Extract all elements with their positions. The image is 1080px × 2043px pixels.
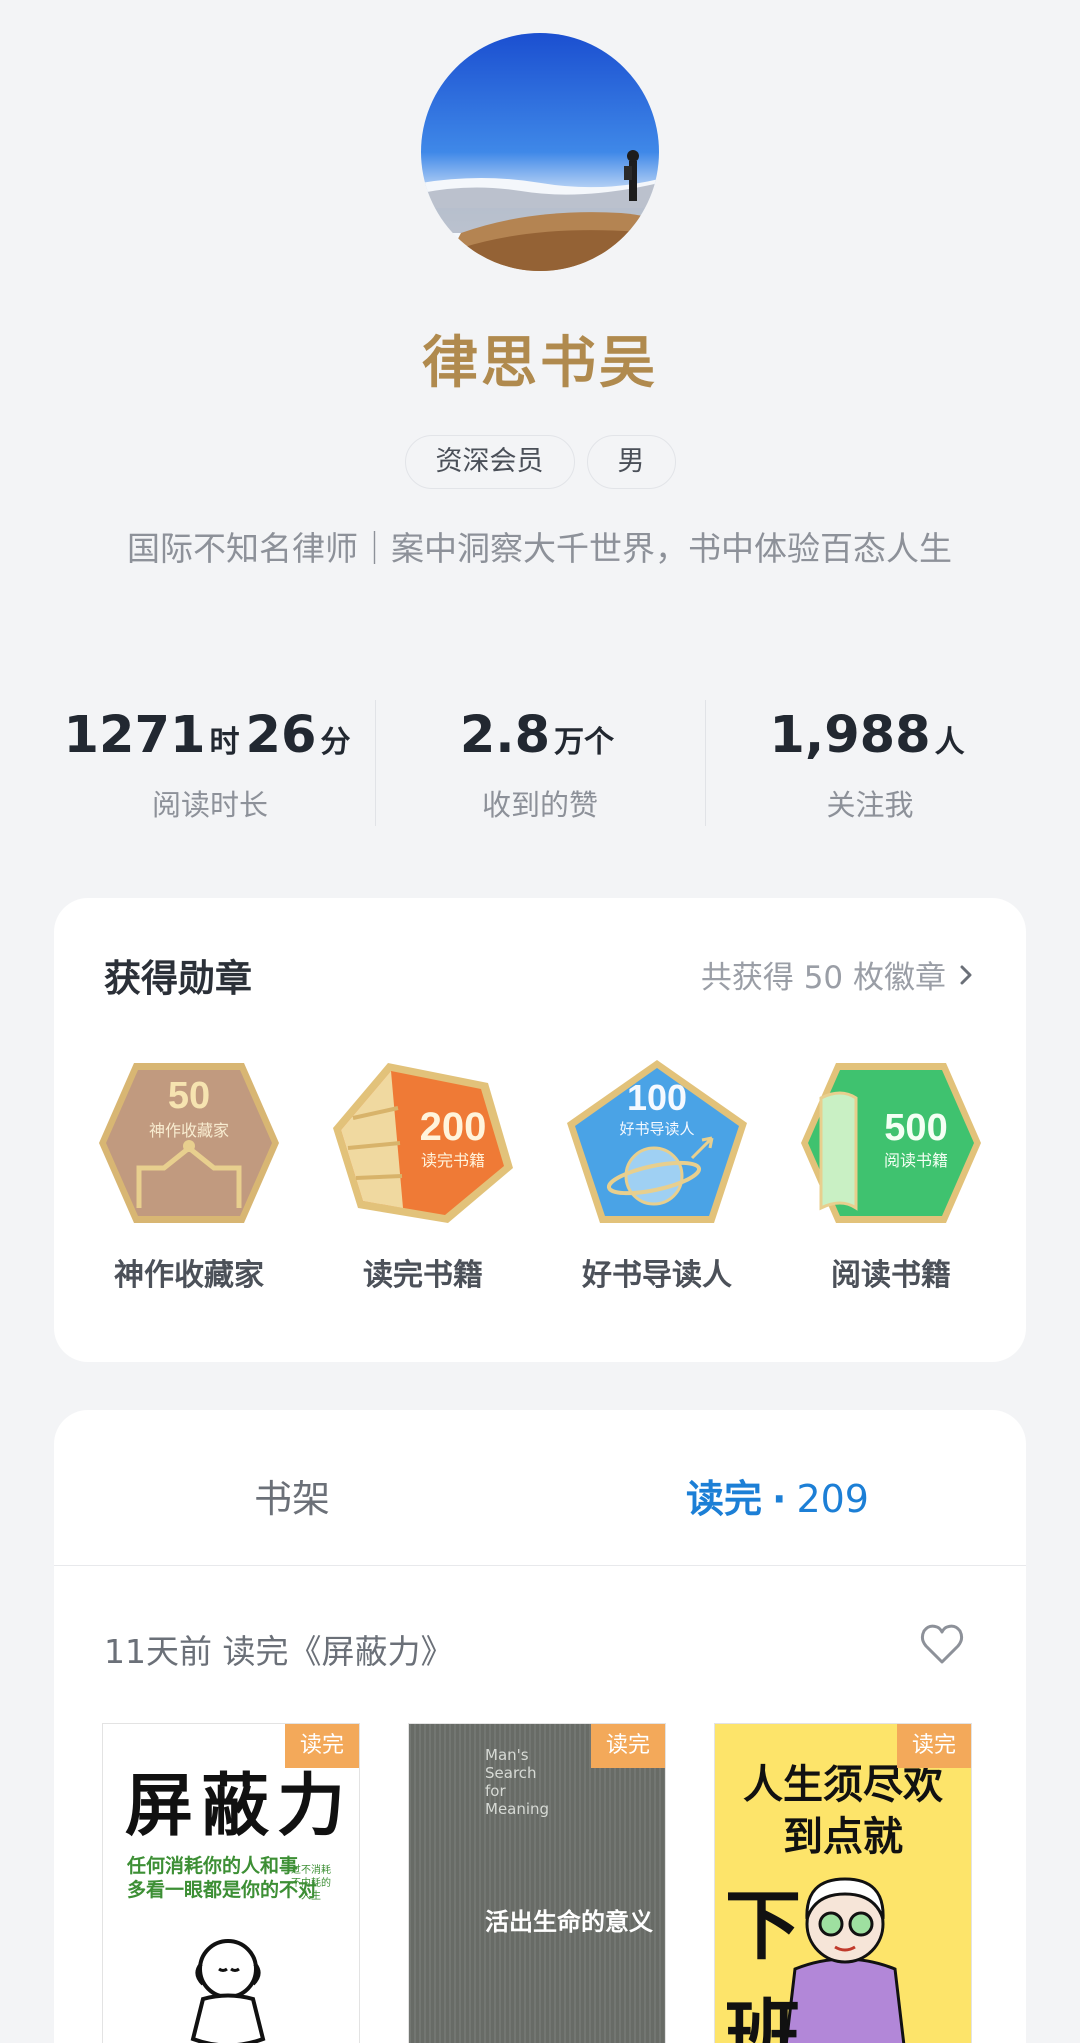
avatar[interactable]	[421, 33, 659, 271]
svg-text:读完书籍: 读完书籍	[421, 1151, 485, 1170]
stat-value: 1271 时 26 分	[63, 706, 351, 765]
badge-books-read[interactable]: 500 阅读书籍 阅读书籍	[786, 1058, 996, 1294]
book-english-title: Man's Search for Meaning	[485, 1746, 550, 1818]
badge-good-book-guide-icon: 100 好书导读人	[567, 1060, 747, 1223]
profile-tags: 资深会员 男	[0, 435, 1080, 489]
username: 律思书吴	[422, 331, 658, 396]
tab-bookshelf[interactable]: 书架	[254, 1468, 330, 1523]
read-tag: 读完	[285, 1724, 359, 1768]
svg-text:神作收藏家: 神作收藏家	[149, 1121, 229, 1140]
badge-masterpiece-collector[interactable]: 50 神作收藏家 神作收藏家	[84, 1058, 294, 1294]
book-cover[interactable]: 读完 人生须尽欢 到点就 下班	[714, 1723, 972, 2043]
gender-tag: 男	[586, 435, 676, 489]
svg-text:50: 50	[168, 1075, 210, 1117]
book-title: 活出生命的意义	[485, 1908, 653, 1936]
read-tag: 读完	[591, 1724, 665, 1768]
badges-row: 50 神作收藏家 神作收藏家 200 读完书籍 读完书籍 100 好书导读人 好…	[54, 1058, 1026, 1294]
avatar-image	[421, 33, 659, 271]
svg-text:500: 500	[884, 1107, 947, 1149]
heart-icon[interactable]	[918, 1620, 966, 1668]
svg-text:好书导读人: 好书导读人	[619, 1120, 694, 1138]
book-title-line: 下班	[725, 1881, 879, 2043]
badges-title: 获得勋章	[104, 957, 252, 1000]
activity-text: 11天前 读完《屏蔽力》	[104, 1632, 454, 1671]
stat-label: 关注我	[826, 788, 914, 822]
shelf-card: 书架 读完 · 209 11天前 读完《屏蔽力》 读完 屏蔽力 任何消耗你的人和事 …	[54, 1410, 1026, 2043]
shelf-tabs: 书架 读完 · 209	[54, 1410, 1026, 1566]
book-list: 读完 屏蔽力 任何消耗你的人和事 多看一眼都是你的不对 过不消耗 不内耗的 人生…	[102, 1723, 972, 2043]
read-tag: 读完	[897, 1724, 971, 1768]
member-tag[interactable]: 资深会员	[404, 435, 575, 489]
stat-label: 收到的赞	[481, 788, 598, 822]
badge-books-finished-icon: 200 读完书籍	[333, 1063, 513, 1223]
stat-value: 2.8 万个	[459, 706, 615, 765]
badge-name: 神作收藏家	[114, 1258, 264, 1293]
tab-finished[interactable]: 读完 · 209	[686, 1468, 869, 1523]
bio: 国际不知名律师｜案中洞察大千世界，书中体验百态人生	[127, 529, 952, 568]
badge-name: 读完书籍	[363, 1258, 483, 1293]
badge-good-book-guide[interactable]: 100 好书导读人 好书导读人	[552, 1058, 762, 1294]
stats-row: 1271 时 26 分 阅读时长 2.8 万个 收到的赞 1,988 人 关注我	[45, 700, 1035, 830]
stat-label: 阅读时长	[151, 788, 268, 822]
badges-count-text: 共获得 50 枚徽章	[700, 960, 946, 996]
stat-reading-time[interactable]: 1271 时 26 分 阅读时长	[45, 700, 375, 830]
badges-card: 获得勋章 共获得 50 枚徽章 50 神作收藏家 神作收藏家 200 读完书籍 …	[54, 898, 1026, 1362]
badge-masterpiece-icon: 50 神作收藏家	[99, 1063, 279, 1223]
meditating-figure-illustration	[190, 1939, 266, 2043]
svg-text:100: 100	[627, 1077, 687, 1118]
badge-books-finished[interactable]: 200 读完书籍 读完书籍	[318, 1058, 528, 1294]
stat-value: 1,988 人	[769, 706, 965, 765]
svg-text:200: 200	[420, 1105, 487, 1149]
stat-followers[interactable]: 1,988 人 关注我	[705, 700, 1035, 830]
book-cover[interactable]: 读完 Man's Search for Meaning 活出生命的意义	[408, 1723, 666, 2043]
book-cover[interactable]: 读完 屏蔽力 任何消耗你的人和事 多看一眼都是你的不对 过不消耗 不内耗的 人生	[102, 1723, 360, 2043]
badges-count-link[interactable]: 共获得 50 枚徽章	[701, 952, 976, 997]
stat-likes[interactable]: 2.8 万个 收到的赞	[375, 700, 705, 830]
badge-name: 好书导读人	[582, 1258, 732, 1293]
badge-books-read-icon: 500 阅读书籍	[801, 1063, 981, 1223]
chevron-right-icon	[960, 965, 972, 984]
badge-name: 阅读书籍	[831, 1258, 951, 1293]
book-side-text: 过不消耗 不内耗的 人生	[291, 1865, 331, 1902]
svg-text:阅读书籍: 阅读书籍	[884, 1151, 948, 1170]
book-subtitle: 任何消耗你的人和事 多看一眼都是你的不对	[127, 1855, 318, 1901]
